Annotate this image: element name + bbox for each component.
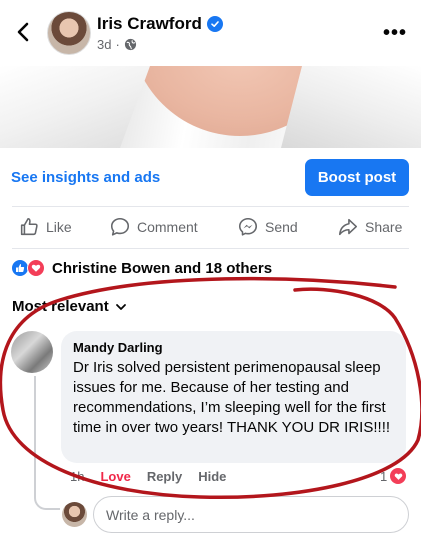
send-label: Send xyxy=(265,219,298,235)
reply-input[interactable] xyxy=(93,496,409,533)
divider-top xyxy=(12,206,409,207)
comment-reaction-number: 1 xyxy=(380,468,388,484)
globe-icon xyxy=(124,38,136,51)
commenter-name[interactable]: Mandy Darling xyxy=(73,340,394,355)
verified-badge-icon xyxy=(206,16,223,32)
reaction-summary-text: Christine Bowen and 18 others xyxy=(52,259,273,277)
post-photo[interactable] xyxy=(0,66,421,148)
photo-fabric-right xyxy=(281,66,421,148)
author-name[interactable]: Iris Crawford xyxy=(97,14,202,34)
boost-post-button[interactable]: Boost post xyxy=(305,159,409,196)
thumbs-up-icon xyxy=(20,217,38,236)
share-arrow-icon xyxy=(338,218,358,236)
meta-separator: · xyxy=(115,37,120,52)
reply-avatar xyxy=(62,502,87,527)
comment-bubble-icon xyxy=(110,217,130,236)
author-name-row[interactable]: Iris Crawford xyxy=(97,14,223,34)
like-button[interactable]: Like xyxy=(18,216,72,238)
back-arrow-icon[interactable] xyxy=(12,20,36,44)
sort-label: Most relevant xyxy=(12,298,109,315)
like-label: Like xyxy=(46,219,72,235)
author-avatar[interactable] xyxy=(47,11,91,55)
comment-time: 1h xyxy=(70,469,85,484)
more-options-icon[interactable]: ••• xyxy=(383,22,407,45)
see-insights-link[interactable]: See insights and ads xyxy=(11,169,160,186)
share-button[interactable]: Share xyxy=(337,216,402,238)
post-meta: 3d · xyxy=(97,37,137,52)
comment-actions: 1h Love Reply Hide xyxy=(70,469,226,484)
send-button[interactable]: Send xyxy=(237,216,298,238)
heart-icon xyxy=(390,468,407,484)
reply-thread-line xyxy=(34,376,60,510)
post-actions-bar: Like Comment Send Share xyxy=(0,212,421,244)
chevron-down-icon xyxy=(115,303,126,310)
comment-reply-button[interactable]: Reply xyxy=(147,469,182,484)
comment-bubble: Mandy Darling Dr Iris solved persistent … xyxy=(61,331,406,463)
comment-sort-dropdown[interactable]: Most relevant xyxy=(12,298,127,315)
comment-reaction-count[interactable]: 1 xyxy=(380,468,407,484)
divider-bottom xyxy=(12,248,409,249)
comment-text: Dr Iris solved persistent perimenopausal… xyxy=(73,359,391,436)
share-label: Share xyxy=(365,219,403,235)
comment-button[interactable]: Comment xyxy=(109,216,198,238)
photo-fabric-left xyxy=(0,66,150,148)
comment-hide-button[interactable]: Hide xyxy=(198,469,226,484)
comment-love-button[interactable]: Love xyxy=(100,469,130,484)
messenger-icon xyxy=(238,217,258,236)
post-header: Iris Crawford 3d · ••• xyxy=(0,0,421,66)
commenter-avatar[interactable] xyxy=(11,331,53,373)
reaction-summary[interactable]: Christine Bowen and 18 others xyxy=(11,259,272,277)
post-time[interactable]: 3d xyxy=(97,37,111,52)
love-reaction-icon xyxy=(27,259,45,277)
comment-label: Comment xyxy=(137,219,198,235)
